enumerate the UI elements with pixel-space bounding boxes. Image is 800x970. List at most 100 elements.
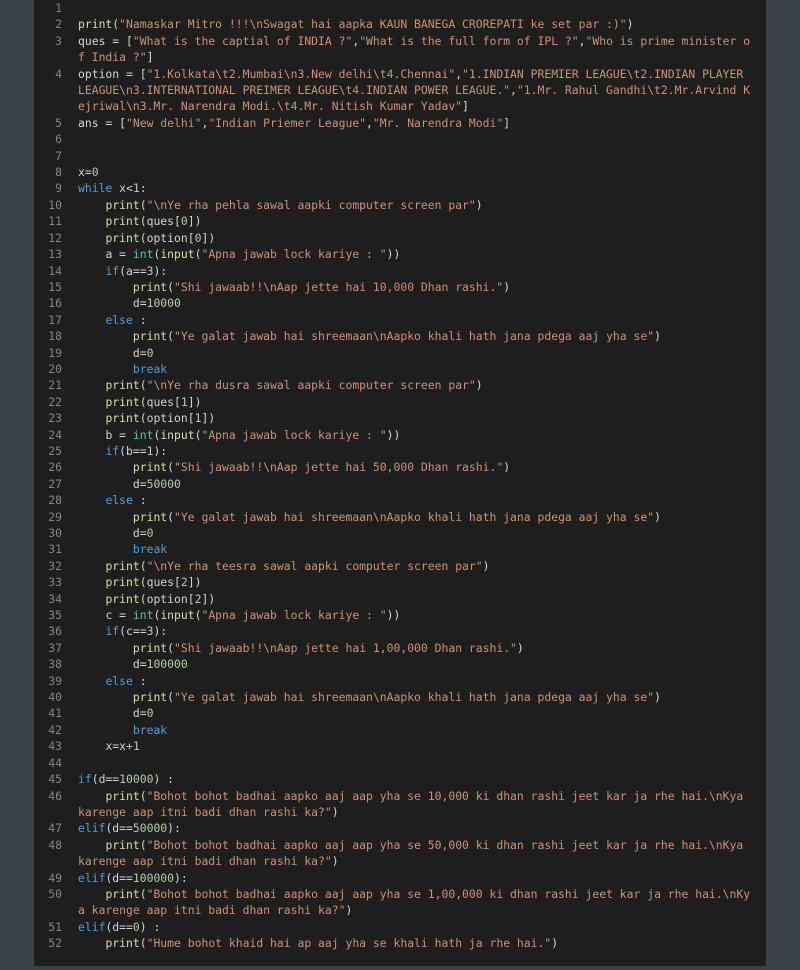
code-line[interactable]: 37 print("Shi jawaab!!\nAap jette hai 1,… — [34, 640, 766, 656]
code-token: print — [105, 788, 140, 803]
code-line[interactable]: 26 print("Shi jawaab!!\nAap jette hai 50… — [34, 459, 766, 475]
code-line[interactable]: 29 print("Ye galat jawab hai shreemaan\n… — [34, 509, 766, 525]
code-line[interactable]: 14 if(a==3): — [34, 263, 766, 279]
code-token: "1.Kolkata\t2.Mumbai\n3.New delhi\t4.Che… — [146, 66, 456, 81]
code-token: "Mr. Narendra Modi" — [372, 115, 504, 130]
line-content: print("\nYe rha teesra sawal aapki compu… — [78, 558, 766, 574]
code-line[interactable]: 16 d=10000 — [34, 295, 766, 311]
code-token: 50000 — [132, 821, 168, 836]
code-editor[interactable]: 1 2 print("Namaskar Mitro !!!\nSwagat hai … — [34, 0, 766, 966]
code-line[interactable]: 46 print("Bohot bohot badhai aapko aaj a… — [34, 788, 766, 821]
code-line[interactable]: 19 d=0 — [34, 345, 766, 361]
code-line[interactable]: 21 print("\nYe rha dusra sawal aapki com… — [34, 377, 766, 393]
code-token: 0 — [146, 526, 154, 540]
code-token: ] — [146, 50, 154, 65]
code-line[interactable]: 8 x=0 — [34, 164, 766, 180]
line-content: x=0 — [78, 164, 766, 180]
code-line[interactable]: 13 a = int(input("Apna jawab lock kariye… — [34, 246, 766, 262]
code-line[interactable]: 1 — [34, 0, 766, 16]
code-line[interactable]: 15 print("Shi jawaab!!\nAap jette hai 10… — [34, 279, 766, 295]
code-token: input — [160, 427, 195, 442]
code-line[interactable]: 44 — [34, 755, 766, 771]
code-line[interactable]: 24 b = int(input("Apna jawab lock kariye… — [34, 427, 766, 443]
code-line[interactable]: 35 c = int(input("Apna jawab lock kariye… — [34, 607, 766, 623]
code-line[interactable]: 40 print("Ye galat jawab hai shreemaan\n… — [34, 689, 766, 705]
code-line[interactable]: 27 d=50000 — [34, 476, 766, 492]
line-number: 27 — [48, 476, 62, 491]
code-line[interactable]: 17 else : — [34, 312, 766, 328]
code-token: elif — [78, 919, 106, 934]
code-token: elif — [78, 870, 106, 885]
line-number: 5 — [55, 115, 62, 130]
code-token: else — [105, 493, 133, 508]
code-line[interactable]: 5 ans = ["New delhi","Indian Priemer Leag… — [34, 115, 766, 131]
code-line[interactable]: 36 if(c==3): — [34, 623, 766, 639]
code-line[interactable]: 32 print("\nYe rha teesra sawal aapki co… — [34, 558, 766, 574]
code-line[interactable]: 7 — [34, 148, 766, 164]
code-line[interactable]: 23 print(option[1]) — [34, 410, 766, 426]
code-line[interactable]: 41 d=0 — [34, 705, 766, 721]
code-line[interactable]: 18 print("Ye galat jawab hai shreemaan\n… — [34, 328, 766, 344]
code-line[interactable]: 47 elif(d==50000): — [34, 820, 766, 836]
line-content: c = int(input("Apna jawab lock kariye : … — [78, 607, 766, 623]
code-line[interactable]: 49 elif(d==100000): — [34, 870, 766, 886]
code-token: print — [105, 936, 140, 951]
code-token: ): — [153, 263, 168, 278]
code-line[interactable]: 50 print("Bohot bohot badhai aapko aaj a… — [34, 886, 766, 919]
code-token: ] — [462, 99, 469, 114]
code-line[interactable]: 6 — [34, 131, 766, 147]
code-token: "Bohot bohot badhai aapko aaj aap yha se… — [78, 788, 751, 819]
line-number: 12 — [48, 230, 62, 245]
code-line[interactable]: 39 else : — [34, 673, 766, 689]
code-token: else — [105, 673, 133, 688]
line-number: 33 — [48, 575, 62, 590]
code-line[interactable]: 11 print(ques[0]) — [34, 213, 766, 229]
code-line[interactable]: 4 option = ["1.Kolkata\t2.Mumbai\n3.New d… — [34, 66, 766, 115]
code-token: d= — [78, 706, 147, 721]
code-line[interactable]: 3 ques = ["What is the captial of INDIA ?… — [34, 33, 766, 66]
code-token: (ques[ — [139, 575, 181, 590]
code-token: "Apna jawab lock kariye : " — [201, 427, 387, 442]
code-line[interactable]: 22 print(ques[1]) — [34, 394, 766, 410]
line-content: print(option[1]) — [78, 410, 766, 426]
code-line[interactable]: 52 print("Hume bohot khaid hai ap aaj yh… — [34, 935, 766, 951]
code-line[interactable]: 28 else : — [34, 492, 766, 508]
code-line[interactable]: 34 print(option[2]) — [34, 591, 766, 607]
code-line[interactable]: 10 print("\nYe rha pehla sawal aapki com… — [34, 197, 766, 213]
code-line[interactable]: 25 if(b==1): — [34, 443, 766, 459]
code-line[interactable]: 20 break — [34, 361, 766, 377]
code-token: "Ye galat jawab hai shreemaan\nAapko kha… — [174, 329, 655, 344]
code-token: )) — [386, 247, 401, 262]
line-content: print(option[0]) — [78, 230, 766, 246]
code-token: else — [105, 312, 133, 327]
code-line[interactable]: 12 print(option[0]) — [34, 230, 766, 246]
code-line[interactable]: 33 print(ques[2]) — [34, 574, 766, 590]
code-token: (c== — [119, 624, 147, 639]
code-line[interactable]: 42 break — [34, 722, 766, 738]
code-line[interactable]: 48 print("Bohot bohot badhai aapko aaj a… — [34, 837, 766, 870]
line-number: 6 — [55, 132, 62, 147]
code-token: print — [105, 378, 140, 393]
code-line[interactable]: 2 print("Namaskar Mitro !!!\nSwagat hai a… — [34, 16, 766, 32]
code-token: ) — [475, 197, 483, 212]
code-line[interactable]: 9 while x<1: — [34, 180, 766, 196]
code-line[interactable]: 51 elif(d==0) : — [34, 919, 766, 935]
code-line[interactable]: 31 break — [34, 541, 766, 557]
line-content: ques = ["What is the captial of INDIA ?"… — [78, 33, 766, 66]
code-line[interactable]: 38 d=100000 — [34, 656, 766, 672]
code-line[interactable]: 43 x=x+1 — [34, 738, 766, 754]
code-token: (ques[ — [139, 214, 181, 229]
line-content: print("Shi jawaab!!\nAap jette hai 50,00… — [78, 459, 766, 475]
line-content: print(option[2]) — [78, 591, 766, 607]
code-token: input — [160, 247, 195, 262]
code-line[interactable]: 45 if(d==10000) : — [34, 771, 766, 787]
code-token: ( — [167, 460, 175, 475]
code-line[interactable]: 30 d=0 — [34, 525, 766, 541]
code-token: if — [105, 443, 120, 458]
line-number: 40 — [48, 690, 62, 705]
